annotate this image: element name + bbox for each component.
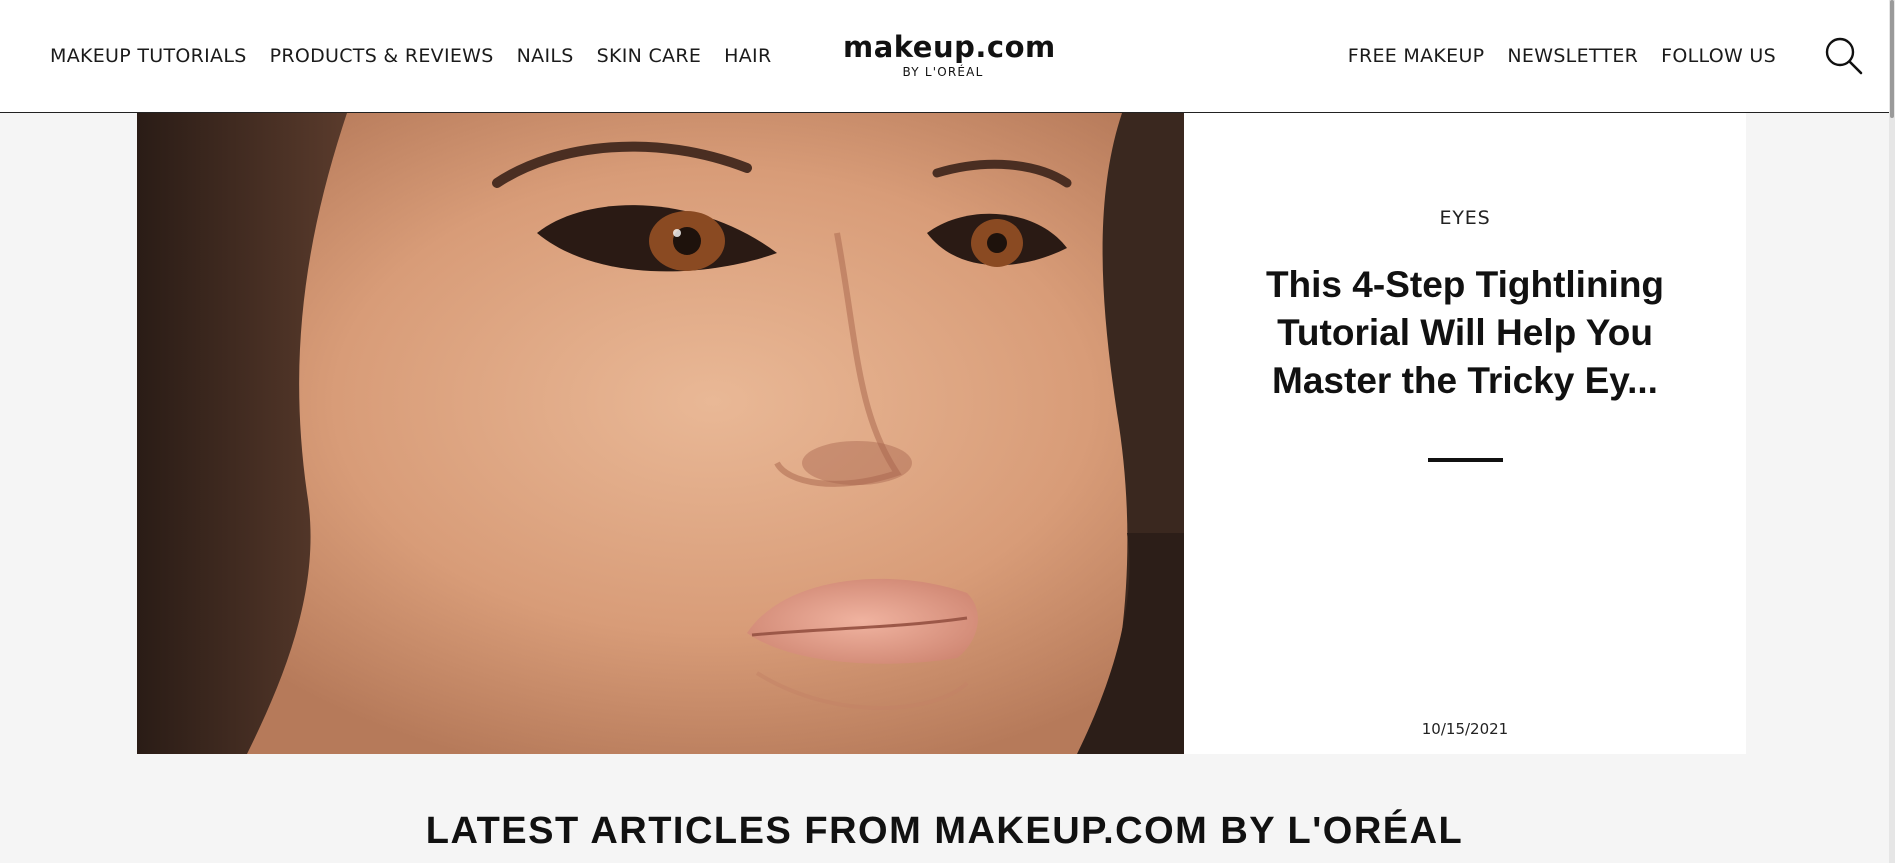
scrollbar-thumb[interactable] [1890,0,1894,118]
portrait-photo[interactable] [137,113,1184,754]
section-heading: LATEST ARTICLES FROM MAKEUP.COM BY L'ORÉ… [425,810,1464,852]
article-category[interactable]: EYES [1184,207,1746,229]
nav-skin-care[interactable]: SKIN CARE [597,45,702,67]
article-card: EYES This 4-Step Tightlining Tutorial Wi… [1184,113,1746,754]
site-logo[interactable]: makeup.com BY L'ORÉAL [843,30,1056,79]
nav-makeup-tutorials[interactable]: MAKEUP TUTORIALS [50,45,247,67]
article-headline[interactable]: This 4-Step Tightlining Tutorial Will He… [1250,261,1680,405]
primary-nav: MAKEUP TUTORIALS PRODUCTS & REVIEWS NAIL… [50,0,794,112]
featured-article[interactable]: EYES This 4-Step Tightlining Tutorial Wi… [137,113,1746,754]
nav-nails[interactable]: NAILS [517,45,574,67]
divider [1428,458,1503,462]
nav-newsletter[interactable]: NEWSLETTER [1507,45,1638,67]
nav-free-makeup[interactable]: FREE MAKEUP [1348,45,1485,67]
article-date: 10/15/2021 [1421,720,1509,738]
logo-byline: BY L'ORÉAL [902,65,984,79]
logo-wordmark: makeup.com [843,30,1056,64]
nav-products-reviews[interactable]: PRODUCTS & REVIEWS [270,45,494,67]
nav-follow-us[interactable]: FOLLOW US [1661,45,1776,67]
site-header: MAKEUP TUTORIALS PRODUCTS & REVIEWS NAIL… [0,0,1889,113]
page-scrollbar[interactable] [1889,0,1895,863]
secondary-nav: FREE MAKEUP NEWSLETTER FOLLOW US [1325,0,1776,112]
nav-hair[interactable]: HAIR [724,45,771,67]
search-icon[interactable] [1824,36,1864,76]
